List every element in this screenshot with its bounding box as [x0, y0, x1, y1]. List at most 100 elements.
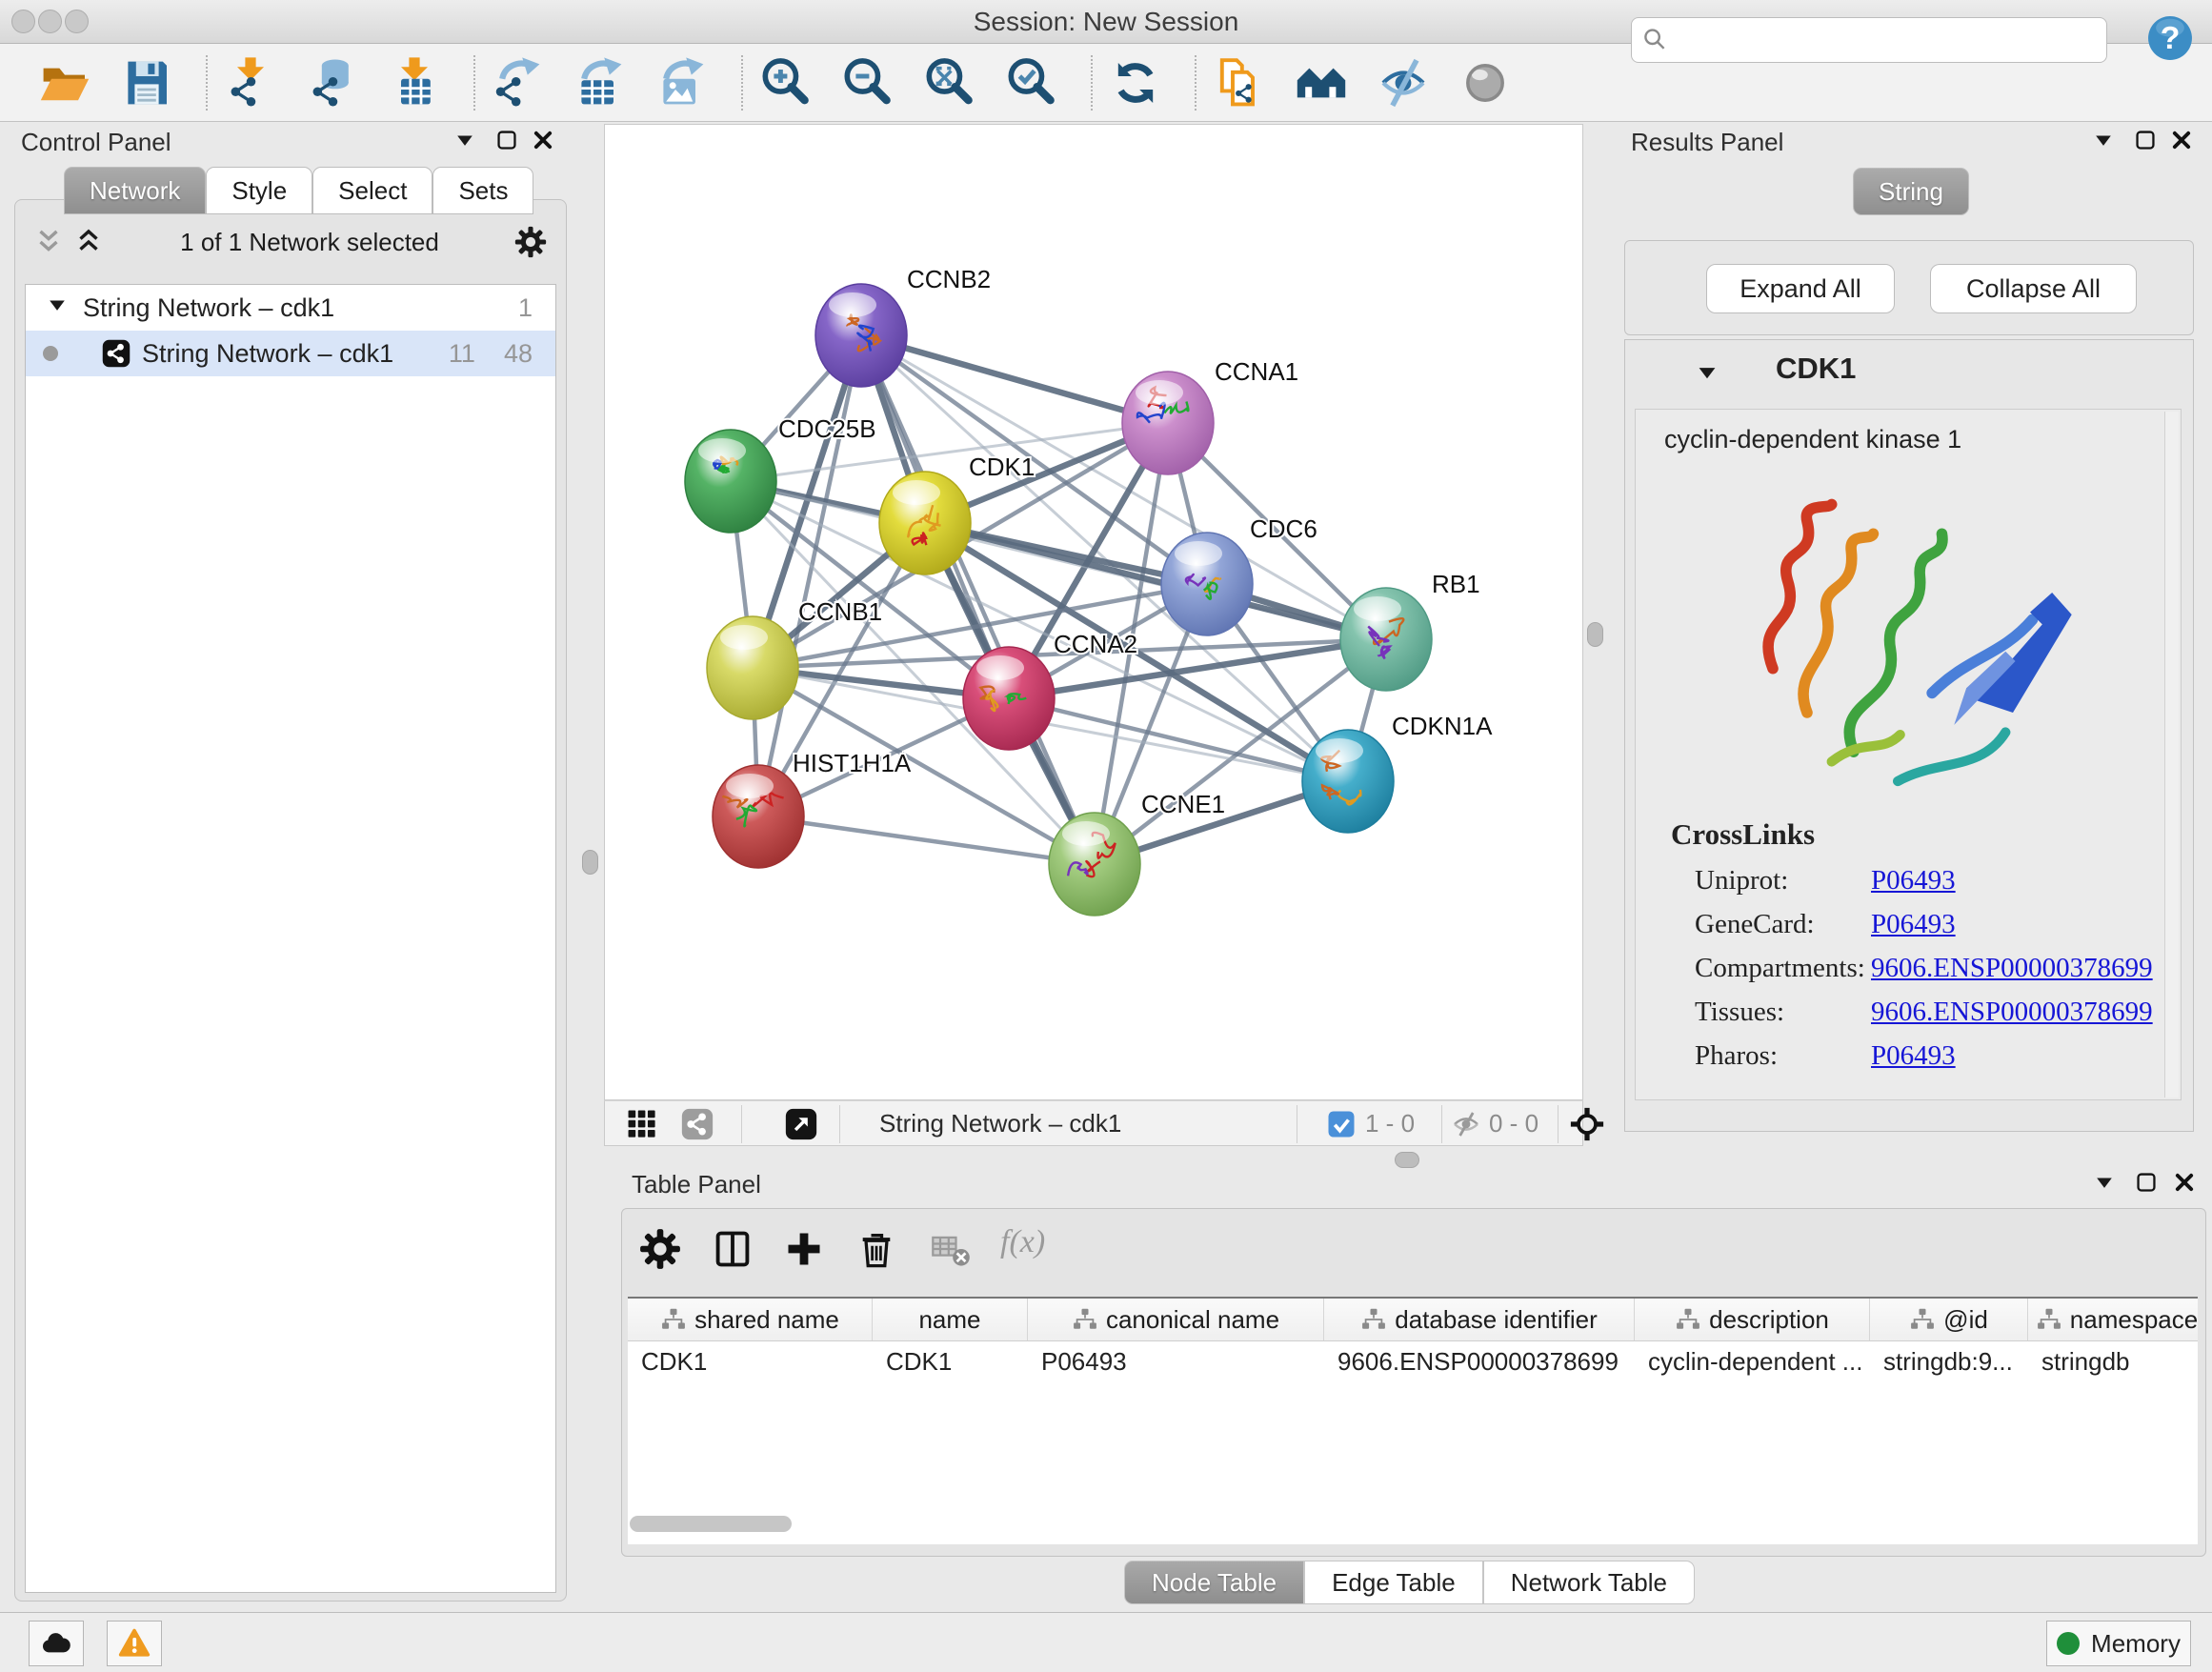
- node-CCNA1[interactable]: CCNA1: [1122, 357, 1298, 474]
- network-collection-row[interactable]: String Network – cdk1 1: [26, 285, 555, 331]
- app-store-cloud-button[interactable]: [29, 1621, 84, 1666]
- table-row[interactable]: CDK1CDK1P064939606.ENSP00000378699cyclin…: [628, 1341, 2198, 1381]
- first-neighbors-button[interactable]: [1295, 56, 1348, 110]
- birdseye-view-icon[interactable]: [785, 1108, 817, 1140]
- control-panel-maximize-icon[interactable]: [494, 128, 519, 152]
- search-input[interactable]: [1670, 20, 2106, 60]
- import-table-button[interactable]: [388, 56, 441, 110]
- results-panel-float-icon[interactable]: [2091, 128, 2116, 152]
- column-header-database-identifier[interactable]: database identifier: [1324, 1299, 1635, 1340]
- node-label-CCNA1: CCNA1: [1215, 357, 1298, 386]
- network-options-gear-icon[interactable]: [514, 226, 547, 258]
- crosslink-row: Uniprot:P06493: [1695, 865, 1956, 896]
- help-button[interactable]: ?: [2144, 12, 2196, 64]
- table-cell[interactable]: cyclin-dependent ...: [1635, 1347, 1870, 1377]
- expand-all-networks-icon[interactable]: [72, 226, 105, 258]
- delete-table-icon[interactable]: [930, 1228, 972, 1270]
- hide-selected-button[interactable]: [1377, 56, 1430, 110]
- table-cell[interactable]: P06493: [1028, 1347, 1324, 1377]
- import-network-from-database-button[interactable]: [306, 56, 359, 110]
- table-options-gear-icon[interactable]: [639, 1228, 681, 1270]
- crosslink-link[interactable]: 9606.ENSP00000378699: [1871, 997, 2153, 1027]
- column-header-description[interactable]: description: [1635, 1299, 1870, 1340]
- tab-select[interactable]: Select: [312, 167, 432, 214]
- gene-header-row[interactable]: CDK1: [1625, 350, 2193, 399]
- export-network-button[interactable]: [492, 56, 545, 110]
- show-columns-icon[interactable]: [712, 1228, 754, 1270]
- results-scrollbar[interactable]: [2164, 412, 2179, 1098]
- left-splitter-handle[interactable]: [582, 850, 598, 875]
- crosslink-label: Compartments:: [1695, 953, 1871, 984]
- show-grid-icon[interactable]: [626, 1108, 658, 1140]
- crosslink-link[interactable]: P06493: [1871, 909, 1956, 939]
- show-all-button[interactable]: [1458, 56, 1512, 110]
- right-splitter-handle[interactable]: [1587, 622, 1603, 647]
- results-panel-maximize-icon[interactable]: [2133, 128, 2158, 152]
- control-panel-close-icon[interactable]: [531, 128, 555, 152]
- node-CCNE1[interactable]: CCNE1: [1049, 790, 1225, 916]
- collapse-all-button[interactable]: Collapse All: [1930, 264, 2137, 313]
- table-cell[interactable]: CDK1: [873, 1347, 1028, 1377]
- crosslink-link[interactable]: 9606.ENSP00000378699: [1871, 953, 2153, 983]
- tab-network-table[interactable]: Network Table: [1483, 1561, 1695, 1604]
- control-panel-float-icon[interactable]: [452, 128, 477, 152]
- collapse-all-networks-icon[interactable]: [32, 226, 65, 258]
- column-header-canonical-name[interactable]: canonical name: [1028, 1299, 1324, 1340]
- network-share-view-icon[interactable]: [681, 1108, 714, 1140]
- toolbar-separator: [1195, 55, 1196, 111]
- tab-sets[interactable]: Sets: [432, 167, 533, 214]
- collection-expander-icon[interactable]: [45, 292, 70, 324]
- import-network-from-file-button[interactable]: [224, 56, 277, 110]
- tab-node-table[interactable]: Node Table: [1124, 1561, 1304, 1604]
- crosslink-link[interactable]: P06493: [1871, 1040, 1956, 1071]
- tab-edge-table[interactable]: Edge Table: [1304, 1561, 1483, 1604]
- save-session-button[interactable]: [120, 56, 173, 110]
- tab-network[interactable]: Network: [64, 167, 206, 214]
- node-CCNB2[interactable]: CCNB2: [815, 265, 991, 387]
- node-HIST1H1A[interactable]: HIST1H1A: [709, 749, 912, 868]
- selected-nodes-checkbox[interactable]: [1327, 1110, 1356, 1138]
- column-header-name[interactable]: name: [873, 1299, 1028, 1340]
- gene-description: cyclin-dependent kinase 1: [1664, 425, 1961, 454]
- table-panel-float-icon[interactable]: [2092, 1170, 2117, 1195]
- table-panel-close-icon[interactable]: [2172, 1170, 2197, 1195]
- node-label-CCNB2: CCNB2: [907, 265, 991, 293]
- apply-preferred-layout-button[interactable]: [1109, 56, 1162, 110]
- node-CCNB1[interactable]: CCNB1: [707, 597, 882, 719]
- network-row-selected[interactable]: String Network – cdk1 11 48: [26, 331, 555, 376]
- function-builder-fx[interactable]: f(x): [1000, 1224, 1045, 1260]
- table-cell[interactable]: CDK1: [628, 1347, 873, 1377]
- table-cell[interactable]: 9606.ENSP00000378699: [1324, 1347, 1635, 1377]
- column-header-namespace[interactable]: namespace: [2028, 1299, 2198, 1340]
- tab-style[interactable]: Style: [206, 167, 312, 214]
- table-panel: Table Panel f(x) shared namenamecanonica…: [614, 1164, 2212, 1612]
- table-panel-maximize-icon[interactable]: [2134, 1170, 2159, 1195]
- export-image-button[interactable]: [655, 56, 709, 110]
- warnings-button[interactable]: [107, 1621, 162, 1666]
- zoom-in-button[interactable]: [759, 56, 813, 110]
- hidden-eye-slash-icon[interactable]: [1451, 1109, 1481, 1139]
- table-cell[interactable]: stringdb: [2028, 1347, 2198, 1377]
- gene-expander-icon[interactable]: [1694, 359, 1720, 391]
- tab-string[interactable]: String: [1853, 168, 1969, 215]
- column-header--id[interactable]: @id: [1870, 1299, 2028, 1340]
- zoom-out-button[interactable]: [841, 56, 895, 110]
- open-session-button[interactable]: [38, 56, 91, 110]
- node-RB1[interactable]: RB1: [1340, 570, 1480, 691]
- column-header-shared-name[interactable]: shared name: [628, 1299, 873, 1340]
- zoom-fit-button[interactable]: [923, 56, 976, 110]
- delete-column-trash-icon[interactable]: [855, 1228, 897, 1270]
- create-column-plus-icon[interactable]: [783, 1228, 825, 1270]
- network-view-canvas[interactable]: CCNB2 CCNA1 CDC25B CDK1 CDC6 RB1: [604, 124, 1583, 1100]
- table-horizontal-scrollbar[interactable]: [630, 1516, 792, 1532]
- memory-status-button[interactable]: Memory: [2046, 1621, 2191, 1666]
- crosslink-link[interactable]: P06493: [1871, 865, 1956, 896]
- fit-selected-crosshair-icon[interactable]: [1569, 1106, 1605, 1142]
- results-panel-close-icon[interactable]: [2169, 128, 2194, 152]
- table-cell[interactable]: stringdb:9...: [1870, 1347, 2028, 1377]
- zoom-selected-button[interactable]: [1005, 56, 1058, 110]
- export-table-button[interactable]: [573, 56, 627, 110]
- node-CDKN1A[interactable]: CDKN1A: [1302, 712, 1493, 833]
- network-snapshot-button[interactable]: [1213, 56, 1266, 110]
- expand-all-button[interactable]: Expand All: [1706, 264, 1895, 313]
